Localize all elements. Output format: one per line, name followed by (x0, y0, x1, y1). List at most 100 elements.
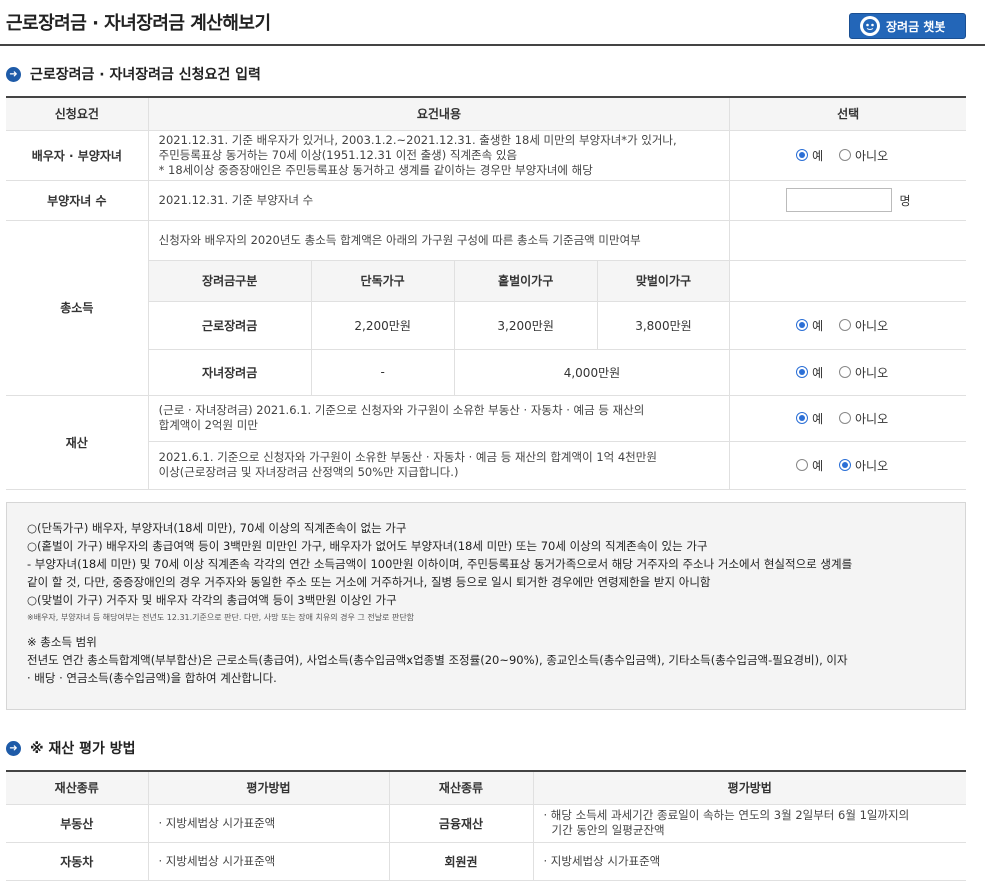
content-line: 2021.12.31. 기준 배우자가 있거나, 2003.1.2.~2021.… (158, 132, 677, 147)
radio-property2-yes[interactable] (796, 459, 809, 471)
arrow-right-icon: ➜ (6, 740, 21, 756)
table-row-income-intro: 총소득 신청자와 배우자의 2020년도 총소득 합계액은 아래의 가구원 구성… (6, 220, 966, 396)
note-line: 전년도 연간 총소득합계액(부부합산)은 근로소득(총급여), 사업소득(총수입… (27, 653, 848, 667)
section-title-text: 근로장려금 · 자녀장려금 신청요건 입력 (30, 67, 261, 83)
choice-income-work: 예 아니오 (729, 301, 966, 350)
note-line: ○(홑벌이 가구) 배우자의 총급여액 등이 3백만원 미만인 가구, 배우자가… (27, 539, 708, 553)
income-subheader-row: 장려금구분 단독가구 홑벌이가구 맞벌이가구 (6, 260, 966, 302)
section-title-asset: ➜ ※ 재산 평가 방법 (6, 738, 136, 758)
content-line: 기간 동안의 일평균잔액 (551, 823, 665, 837)
note-line: 같이 할 것, 다만, 중증장애인의 경우 거주자와 동일한 주소 또는 거소에… (27, 575, 711, 589)
header-content: 요건내용 (147, 97, 730, 131)
radio-property2-no[interactable] (838, 459, 851, 471)
label-spouse: 배우자 · 부양자녀 (6, 130, 149, 181)
radio-property1-no[interactable] (838, 412, 851, 424)
income-row-child: 자녀장려금 - 4,000만원 예 아니오 (6, 349, 966, 396)
section-title-text: ※ 재산 평가 방법 (30, 741, 136, 757)
table-header-row: 신청요건 요건내용 선택 (6, 97, 966, 131)
value-work-one: 3,200만원 (453, 301, 597, 349)
asset-row: 자동차 · 지방세법상 시가표준액 회원권 · 지방세법상 시가표준액 (6, 842, 966, 881)
asset-kind: 자동차 (6, 842, 148, 881)
content-line: 합계액이 2억원 미만 (158, 418, 258, 432)
content-income-intro: 신청자와 배우자의 2020년도 총소득 합계액은 아래의 가구원 구성에 따른… (147, 220, 730, 261)
subheader-one-earner: 홑벌이가구 (453, 260, 597, 301)
asset-header-row: 재산종류 평가방법 재산종류 평가방법 (6, 771, 966, 805)
radio-label: 아니오 (854, 458, 889, 473)
asset-method: · 해당 소득세 과세기간 종료일이 속하는 연도의 3월 2일부터 6월 1일… (532, 804, 966, 843)
chatbot-button[interactable]: 장려금 챗봇 (849, 13, 966, 39)
income-subheader: 장려금구분 단독가구 홑벌이가구 맞벌이가구 (147, 260, 730, 302)
radio-label: 예 (812, 411, 824, 426)
content-property-2: 2021.6.1. 기준으로 신청자와 가구원이 소유한 부동산 · 자동차 ·… (147, 441, 730, 490)
subheader-single: 단독가구 (310, 260, 454, 301)
empty-cell (729, 260, 966, 302)
header-requirement: 신청요건 (6, 97, 149, 131)
chatbot-label: 장려금 챗봇 (886, 19, 946, 34)
radio-label: 아니오 (854, 148, 889, 163)
chatbot-icon (860, 16, 880, 36)
note-small: ※배우자, 부양자녀 등 해당여부는 전년도 12.31.기준으로 판단. 다만… (27, 613, 415, 622)
asset-header: 평가방법 (147, 771, 389, 805)
value-child-merged: 4,000만원 (453, 349, 730, 395)
radio-label: 아니오 (854, 365, 889, 380)
asset-method: · 지방세법상 시가표준액 (147, 804, 389, 843)
radio-label: 아니오 (854, 411, 889, 426)
value-work-single: 2,200만원 (310, 301, 454, 349)
asset-header: 재산종류 (6, 771, 148, 805)
table-row-children: 부양자녀 수 2021.12.31. 기준 부양자녀 수 명 (6, 180, 966, 221)
income-type-work: 근로장려금 (202, 318, 258, 333)
radio-income-work-yes[interactable] (796, 319, 809, 331)
choice-property-2: 예 아니오 (729, 441, 966, 490)
income-row-work: 근로장려금 2,200만원 3,200만원 3,800만원 예 아니오 (6, 301, 966, 350)
asset-table: 재산종류 평가방법 재산종류 평가방법 부동산 · 지방세법상 시가표준액 금융… (6, 770, 966, 881)
asset-row: 부동산 · 지방세법상 시가표준액 금융재산 · 해당 소득세 과세기간 종료일… (6, 804, 966, 843)
radio-label: 예 (812, 458, 824, 473)
arrow-right-icon: ➜ (6, 66, 21, 82)
subheader-dual-earner: 맞벌이가구 (596, 260, 730, 301)
income-work-values: 근로장려금 2,200만원 3,200만원 3,800만원 (147, 301, 730, 350)
page-header: 근로장려금 · 자녀장려금 계산해보기 장려금 챗봇 (0, 0, 985, 46)
radio-spouse-no[interactable] (838, 149, 851, 161)
notes-box: ○(단독가구) 배우자, 부양자녀(18세 미만), 70세 이상의 직계존속이… (6, 502, 966, 710)
radio-label: 예 (812, 148, 824, 163)
choice-property-1: 예 아니오 (729, 395, 966, 442)
choice-income-child: 예 아니오 (729, 349, 966, 396)
content-line: · 해당 소득세 과세기간 종료일이 속하는 연도의 3월 2일부터 6월 1일… (543, 808, 910, 822)
value-work-dual: 3,800만원 (596, 301, 730, 349)
radio-label: 예 (812, 365, 824, 380)
subheader-type: 장려금구분 (148, 260, 311, 301)
note-line: - 부양자녀(18세 미만) 및 70세 이상 직계존속 각각의 연간 소득금액… (27, 557, 853, 571)
radio-spouse-yes[interactable] (796, 149, 809, 161)
page-title: 근로장려금 · 자녀장려금 계산해보기 (6, 13, 271, 34)
asset-method: · 지방세법상 시가표준액 (147, 842, 389, 881)
content-spouse: 2021.12.31. 기준 배우자가 있거나, 2003.1.2.~2021.… (147, 130, 730, 181)
section-title-requirements: ➜ 근로장려금 · 자녀장려금 신청요건 입력 (6, 64, 261, 84)
note-line: ○(맞벌이 가구) 거주자 및 배우자 각각의 총급여액 등이 3백만원 이상인… (27, 593, 397, 607)
radio-income-work-no[interactable] (838, 319, 851, 331)
content-line: (근로 · 자녀장려금) 2021.6.1. 기준으로 신청자와 가구원이 소유… (158, 403, 645, 417)
value-child-single: - (310, 349, 454, 395)
empty-cell (729, 220, 966, 261)
note-line: · 배당 · 연금소득(총수입금액)을 합하여 계산합니다. (27, 671, 277, 685)
income-type-child: 자녀장려금 (202, 365, 258, 380)
unit-label: 명 (899, 193, 911, 208)
asset-header: 평가방법 (532, 771, 966, 805)
radio-label: 예 (812, 318, 824, 333)
content-property-1: (근로 · 자녀장려금) 2021.6.1. 기준으로 신청자와 가구원이 소유… (147, 395, 730, 442)
children-count-input[interactable] (785, 188, 892, 212)
label-income: 총소득 (6, 220, 149, 396)
radio-income-child-yes[interactable] (796, 366, 809, 378)
table-row-spouse: 배우자 · 부양자녀 2021.12.31. 기준 배우자가 있거나, 2003… (6, 130, 966, 181)
choice-spouse: 예 아니오 (729, 130, 966, 181)
radio-property1-yes[interactable] (796, 412, 809, 424)
content-children: 2021.12.31. 기준 부양자녀 수 (147, 180, 730, 221)
radio-income-child-no[interactable] (838, 366, 851, 378)
content-line: 2021.6.1. 기준으로 신청자와 가구원이 소유한 부동산 · 자동차 ·… (158, 450, 657, 464)
table-row-property-2: 2021.6.1. 기준으로 신청자와 가구원이 소유한 부동산 · 자동차 ·… (6, 441, 966, 490)
content-line: 이상(근로장려금 및 자녀장려금 산정액의 50%만 지급합니다.) (158, 465, 459, 479)
note-scope-title: ※ 총소득 범위 (27, 635, 97, 649)
content-line: * 18세이상 중증장애인은 주민등록표상 동거하고 생계를 같이하는 경우만 … (158, 162, 593, 177)
label-property: 재산 (6, 395, 149, 490)
asset-method: · 지방세법상 시가표준액 (532, 842, 966, 881)
asset-kind: 부동산 (6, 804, 148, 843)
